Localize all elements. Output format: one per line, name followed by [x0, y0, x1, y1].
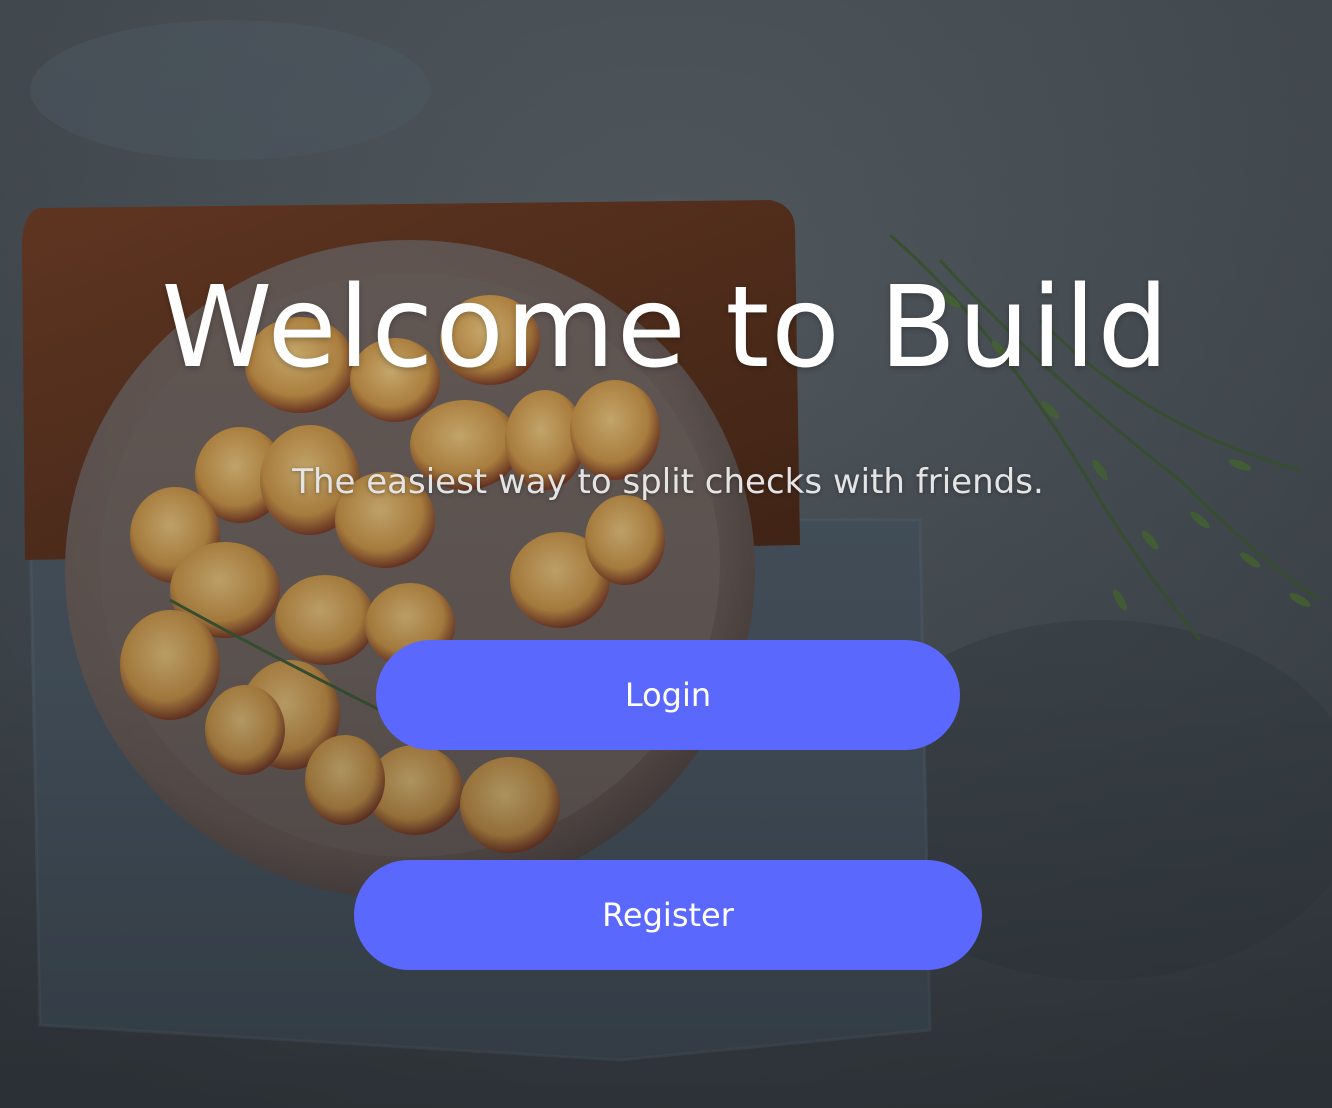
landing-page: Welcome to Build The easiest way to spli… [0, 0, 1332, 1108]
login-button[interactable]: Login [376, 640, 960, 750]
tagline: The easiest way to split checks with fri… [292, 462, 1044, 502]
welcome-title: Welcome to Build [161, 263, 1171, 393]
register-button[interactable]: Register [354, 860, 982, 970]
